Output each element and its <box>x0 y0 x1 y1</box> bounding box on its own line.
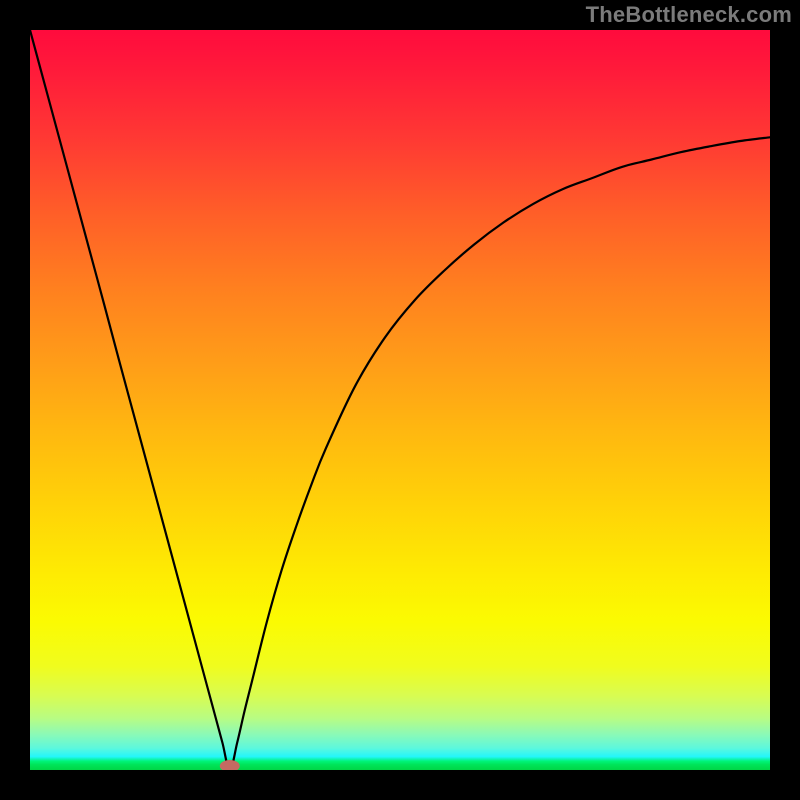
watermark-text: TheBottleneck.com <box>586 2 792 28</box>
bottleneck-curve <box>30 30 770 770</box>
chart-frame: TheBottleneck.com <box>0 0 800 800</box>
optimal-point-marker <box>220 760 240 770</box>
plot-area <box>30 30 770 770</box>
